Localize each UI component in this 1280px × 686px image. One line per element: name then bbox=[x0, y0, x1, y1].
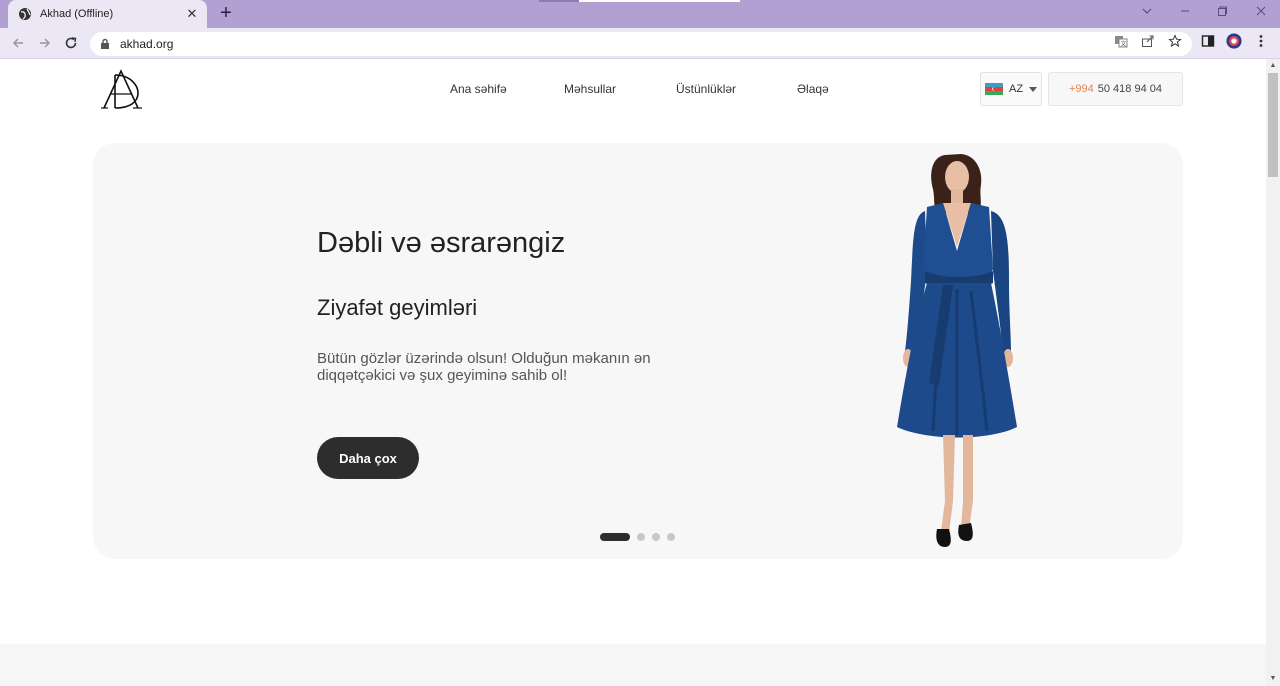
translate-icon[interactable]: 文 bbox=[1113, 33, 1129, 49]
lock-icon bbox=[100, 38, 112, 50]
nav-advantages[interactable]: Üstünlüklər bbox=[676, 82, 736, 96]
close-tab-icon[interactable]: ✕ bbox=[185, 6, 199, 22]
address-bar[interactable]: akhad.org bbox=[90, 32, 1192, 56]
forward-arrow-icon[interactable] bbox=[36, 34, 54, 52]
slider-pagination bbox=[600, 533, 682, 541]
language-selector[interactable]: AZ bbox=[980, 72, 1042, 106]
slide-dot-3[interactable] bbox=[652, 533, 660, 541]
phone-number: 50 418 94 04 bbox=[1097, 83, 1162, 95]
browser-toolbar: akhad.org 文 bbox=[0, 28, 1280, 59]
model-in-blue-dress-image bbox=[897, 154, 1017, 547]
tab-search-icon[interactable] bbox=[1138, 5, 1156, 21]
new-tab-button[interactable]: + bbox=[216, 3, 236, 24]
close-window-icon[interactable] bbox=[1252, 5, 1270, 21]
web-page: Ana səhifə Məhsullar Üstünlüklər Əlaqə A… bbox=[0, 59, 1266, 686]
scrollbar-thumb[interactable] bbox=[1268, 73, 1278, 177]
scroll-down-icon[interactable]: ▼ bbox=[1266, 673, 1280, 685]
minimize-icon[interactable] bbox=[1176, 5, 1194, 21]
azerbaijan-flag-icon bbox=[985, 83, 1003, 95]
slide-dot-2[interactable] bbox=[637, 533, 645, 541]
next-section bbox=[0, 644, 1266, 686]
tab-title: Akhad (Offline) bbox=[40, 8, 114, 20]
tab-strip-indicator bbox=[539, 0, 740, 2]
scroll-up-icon[interactable]: ▲ bbox=[1266, 60, 1280, 72]
slide-dot-1[interactable] bbox=[600, 533, 630, 541]
akhad-logo[interactable] bbox=[100, 67, 144, 111]
slide-dot-4[interactable] bbox=[667, 533, 675, 541]
bookmark-star-icon[interactable] bbox=[1167, 33, 1183, 49]
hero-slider: Dəbli və əsrarəngiz Ziyafət geyimləri Bü… bbox=[93, 143, 1183, 559]
phone-country-code: +994 bbox=[1068, 83, 1094, 95]
hero-title: Dəbli və əsrarəngiz bbox=[317, 227, 566, 259]
nav-contact[interactable]: Əlaqə bbox=[797, 82, 829, 96]
nav-products[interactable]: Məhsullar bbox=[564, 82, 616, 96]
language-code: AZ bbox=[1009, 83, 1024, 95]
nav-home[interactable]: Ana səhifə bbox=[450, 82, 507, 96]
profile-avatar-icon[interactable] bbox=[1226, 33, 1242, 49]
restore-icon[interactable] bbox=[1213, 5, 1231, 21]
side-panel-icon[interactable] bbox=[1200, 33, 1216, 49]
page-scrollbar[interactable]: ▲ ▼ bbox=[1266, 59, 1280, 686]
hero-description: Bütün gözlər üzərində olsun! Olduğun mək… bbox=[317, 350, 651, 384]
more-button[interactable]: Daha çox bbox=[317, 437, 419, 479]
phone-link[interactable]: +994 50 418 94 04 bbox=[1048, 72, 1183, 106]
browser-tab[interactable]: Akhad (Offline) ✕ bbox=[8, 0, 207, 28]
svg-text:文: 文 bbox=[1121, 40, 1127, 48]
caret-down-icon bbox=[1029, 86, 1038, 92]
share-icon[interactable] bbox=[1140, 33, 1156, 49]
url-text: akhad.org bbox=[120, 37, 174, 51]
browser-tab-bar: Akhad (Offline) ✕ + bbox=[0, 0, 1280, 28]
back-arrow-icon[interactable] bbox=[9, 34, 27, 52]
globe-icon bbox=[18, 7, 32, 21]
reload-icon[interactable] bbox=[62, 34, 80, 52]
hero-subtitle: Ziyafət geyimləri bbox=[317, 295, 478, 320]
more-menu-icon[interactable] bbox=[1253, 33, 1269, 49]
